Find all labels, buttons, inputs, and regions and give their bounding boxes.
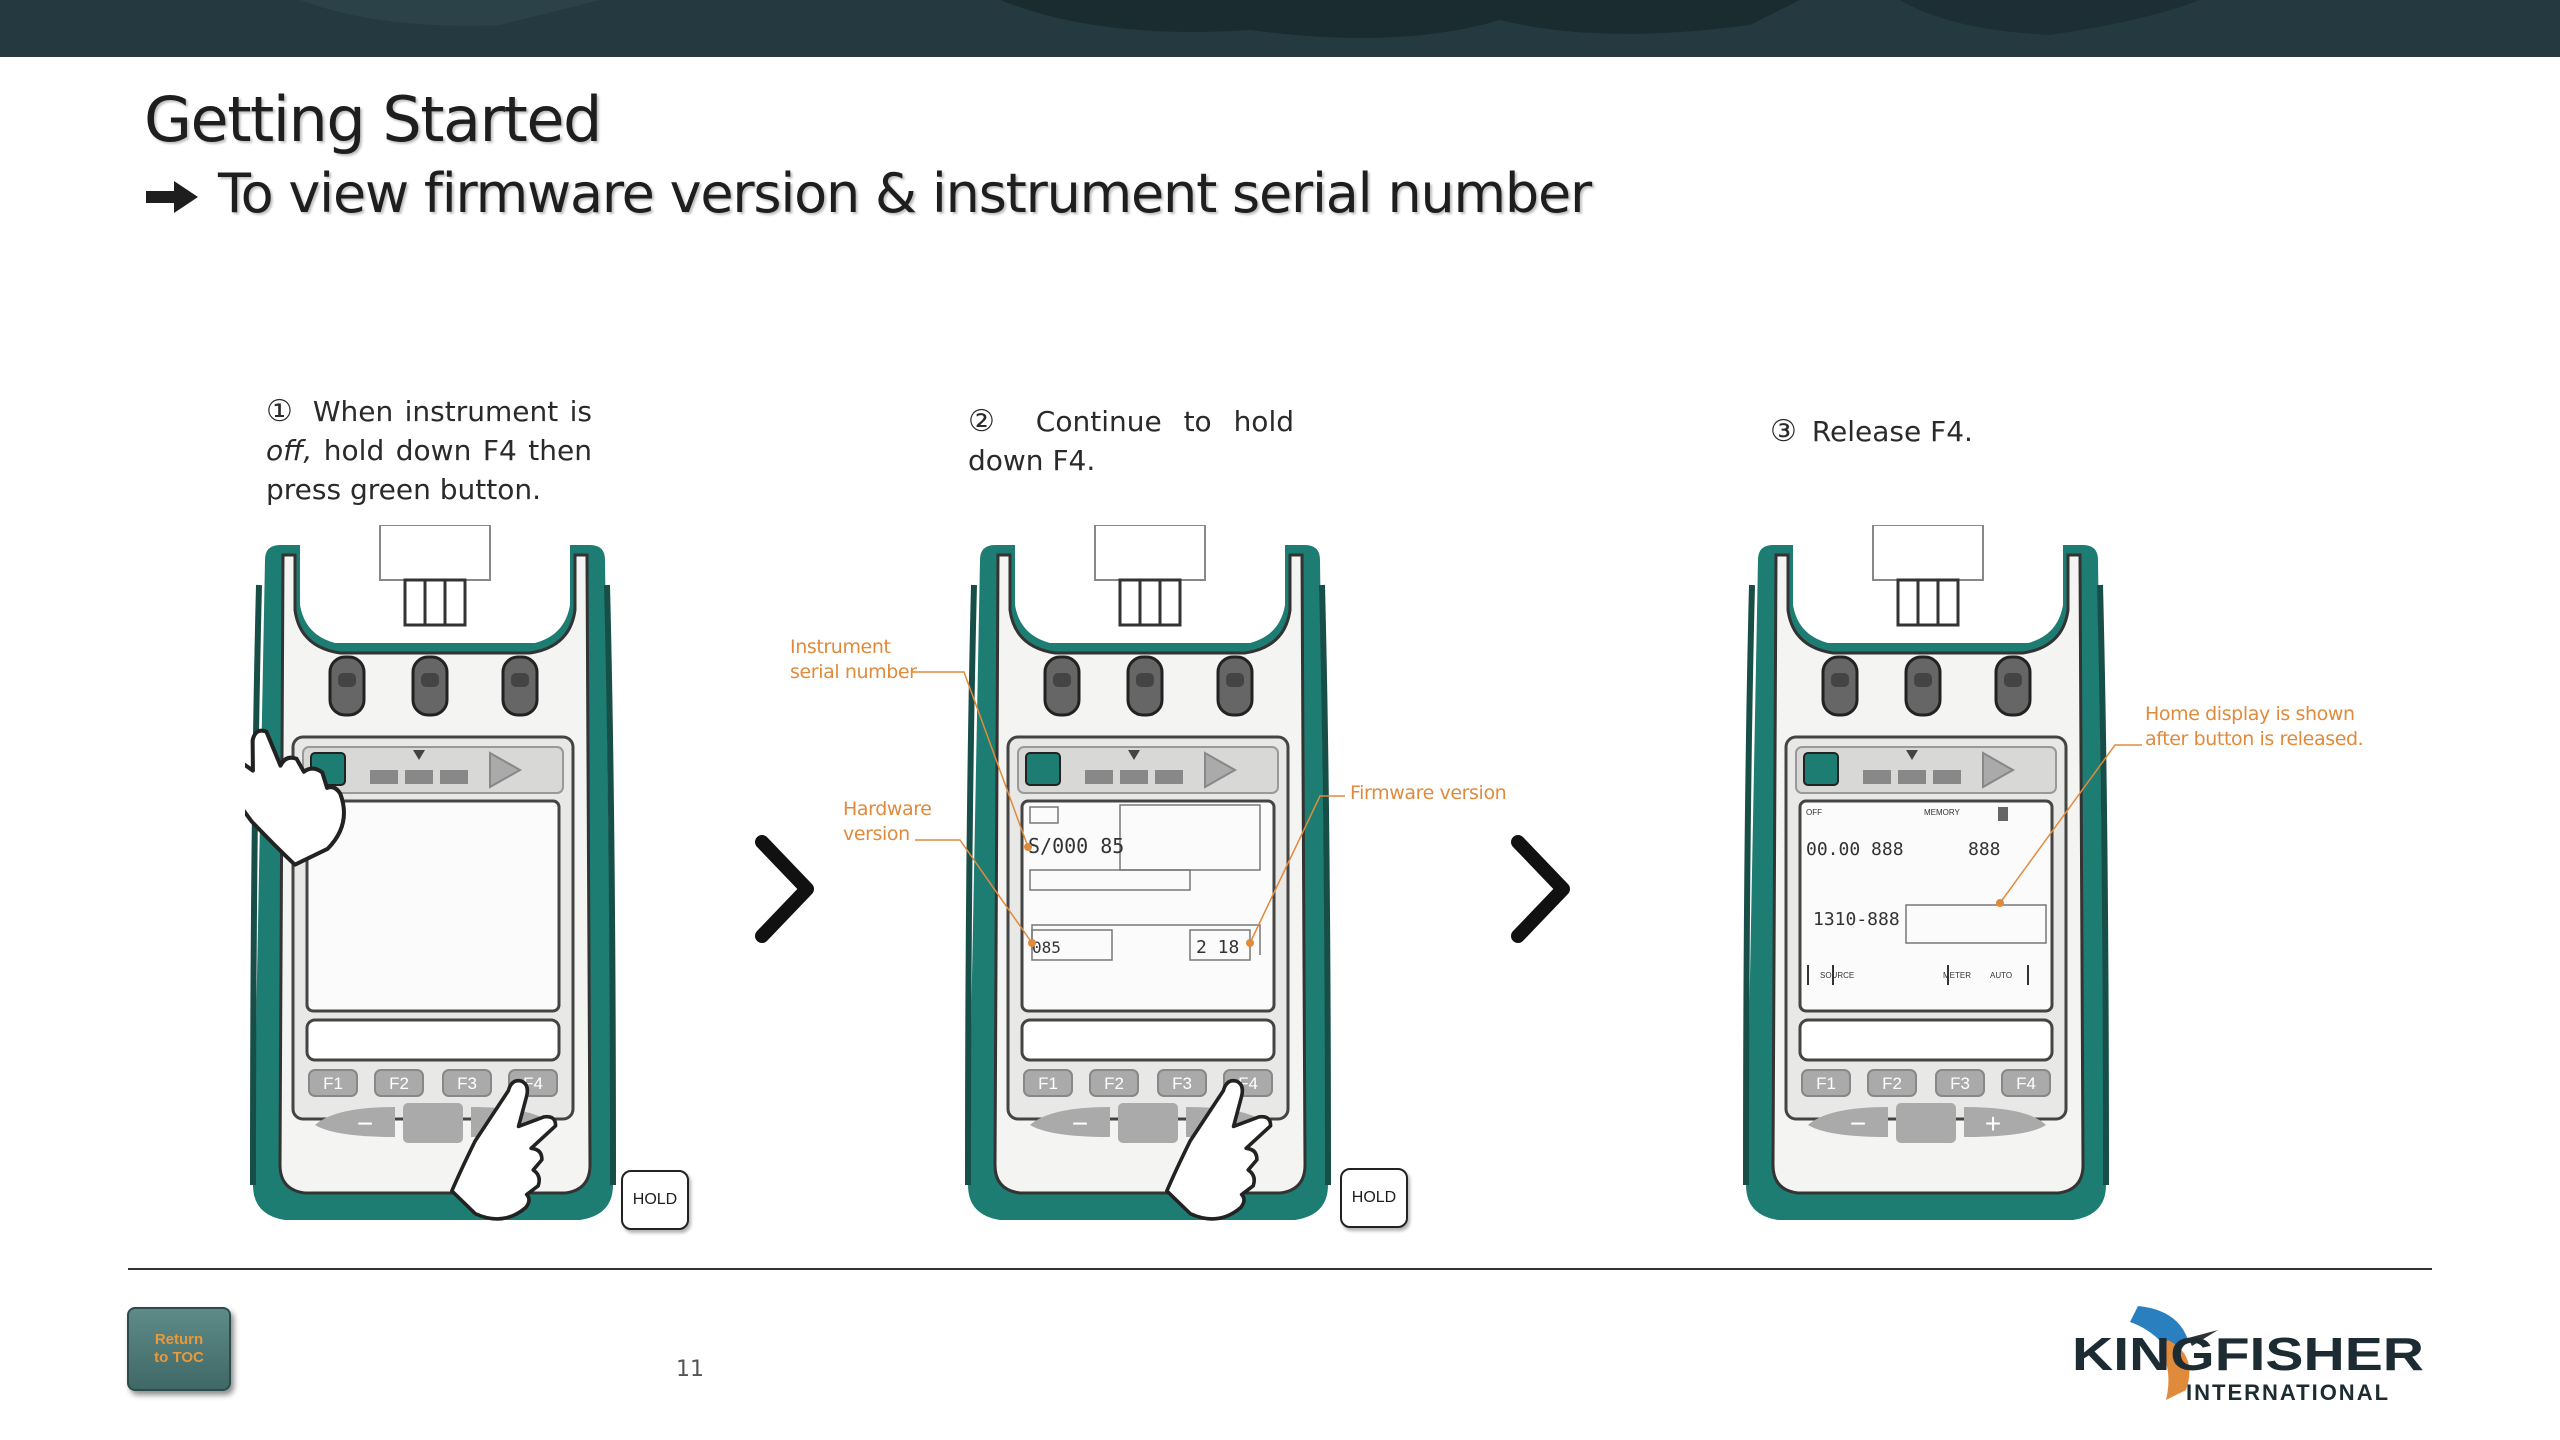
f1-key-label-2: F1 xyxy=(1038,1074,1058,1093)
minus-key-label: − xyxy=(357,1108,373,1139)
lcd-memory-label: MEMORY xyxy=(1924,808,1961,817)
minus-key-label-3: − xyxy=(1850,1108,1866,1139)
f4-key-label-3: F4 xyxy=(2016,1074,2036,1093)
plus-key-label-3: + xyxy=(1985,1108,2001,1139)
callout-home-display: Home display is shown after button is re… xyxy=(2145,702,2364,752)
f2-key-label: F2 xyxy=(389,1074,409,1093)
lcd-off-label: OFF xyxy=(1806,808,1822,817)
f3-key-label-2: F3 xyxy=(1172,1074,1192,1093)
callout-serial-number: Instrument serial number xyxy=(790,635,917,685)
f1-key-label: F1 xyxy=(323,1074,343,1093)
minus-key-label-2: − xyxy=(1072,1108,1088,1139)
f1-key-label-3: F1 xyxy=(1816,1074,1836,1093)
device-step-1: F1 F2 F3 F4 − + xyxy=(199,525,620,1239)
step-1-part-b: hold down F4 then press green button. xyxy=(266,434,592,506)
kingfisher-logo: KINGFISHER INTERNATIONAL xyxy=(2072,1306,2424,1405)
lcd-source-label: SOURCE xyxy=(1820,971,1854,980)
f2-key-label-2: F2 xyxy=(1104,1074,1124,1093)
callout-serial-line-2: serial number xyxy=(790,661,917,683)
step-1-text: ① When instrument is off, hold down F4 t… xyxy=(266,392,592,509)
hold-badge-2: HOLD xyxy=(1340,1168,1408,1228)
hold-badge-1: HOLD xyxy=(621,1170,689,1230)
f3-key-label: F3 xyxy=(457,1074,477,1093)
power-meter-illustration: F1 F2 F3 F4 − + xyxy=(199,525,620,1239)
step-3-text: ③ Release F4. xyxy=(1770,412,2070,451)
step-2-number: ② xyxy=(968,404,1008,439)
step-1-number: ① xyxy=(266,394,296,429)
step-2-body: Continue to hold down F4. xyxy=(968,405,1294,477)
lcd-digits-row-1: 00.00 888 xyxy=(1806,839,1904,860)
header-banner xyxy=(0,0,2560,57)
subtitle-text: To view firmware version & instrument se… xyxy=(218,162,1592,225)
callout-leader-lines-2 xyxy=(912,671,1345,944)
lcd-auto-label: AUTO xyxy=(1990,971,2012,980)
f2-key-label-3: F2 xyxy=(1882,1074,1902,1093)
chevron-right-icon-2 xyxy=(1511,835,1570,943)
arrow-right-icon xyxy=(146,181,198,214)
callout-serial-line-1: Instrument xyxy=(790,636,891,658)
page-subtitle: To view firmware version & instrument se… xyxy=(144,158,1592,230)
step-1-part-a: When instrument is xyxy=(312,395,592,428)
callout-firmware-version: Firmware version xyxy=(1350,782,1507,804)
step-1-part-off: off, xyxy=(266,434,313,467)
footer-divider xyxy=(128,1268,2432,1270)
toc-button-line-1: Return xyxy=(154,1331,204,1348)
step-3-body: Release F4. xyxy=(1811,415,1973,448)
logo-sub-text: INTERNATIONAL xyxy=(2186,1380,2390,1405)
world-map-graphic xyxy=(300,0,2200,38)
callout-leader-line-3 xyxy=(1999,744,2142,904)
return-to-toc-button[interactable]: Return to TOC xyxy=(127,1307,231,1391)
page-number: 11 xyxy=(676,1357,704,1382)
page-title: Getting Started xyxy=(144,83,602,156)
callout-home-line-1: Home display is shown xyxy=(2145,703,2355,725)
step-3-number: ③ xyxy=(1770,414,1797,449)
step-2-text: ② Continue to hold down F4. xyxy=(968,402,1294,480)
f3-key-label-3: F3 xyxy=(1950,1074,1970,1093)
svg-text:1310-888: 1310-888 xyxy=(1813,909,1900,930)
toc-button-line-2: to TOC xyxy=(154,1349,204,1366)
logo-main-text: KINGFISHER xyxy=(2072,1328,2424,1380)
chevron-right-icon xyxy=(755,835,814,943)
callout-home-line-2: after button is released. xyxy=(2145,728,2364,750)
